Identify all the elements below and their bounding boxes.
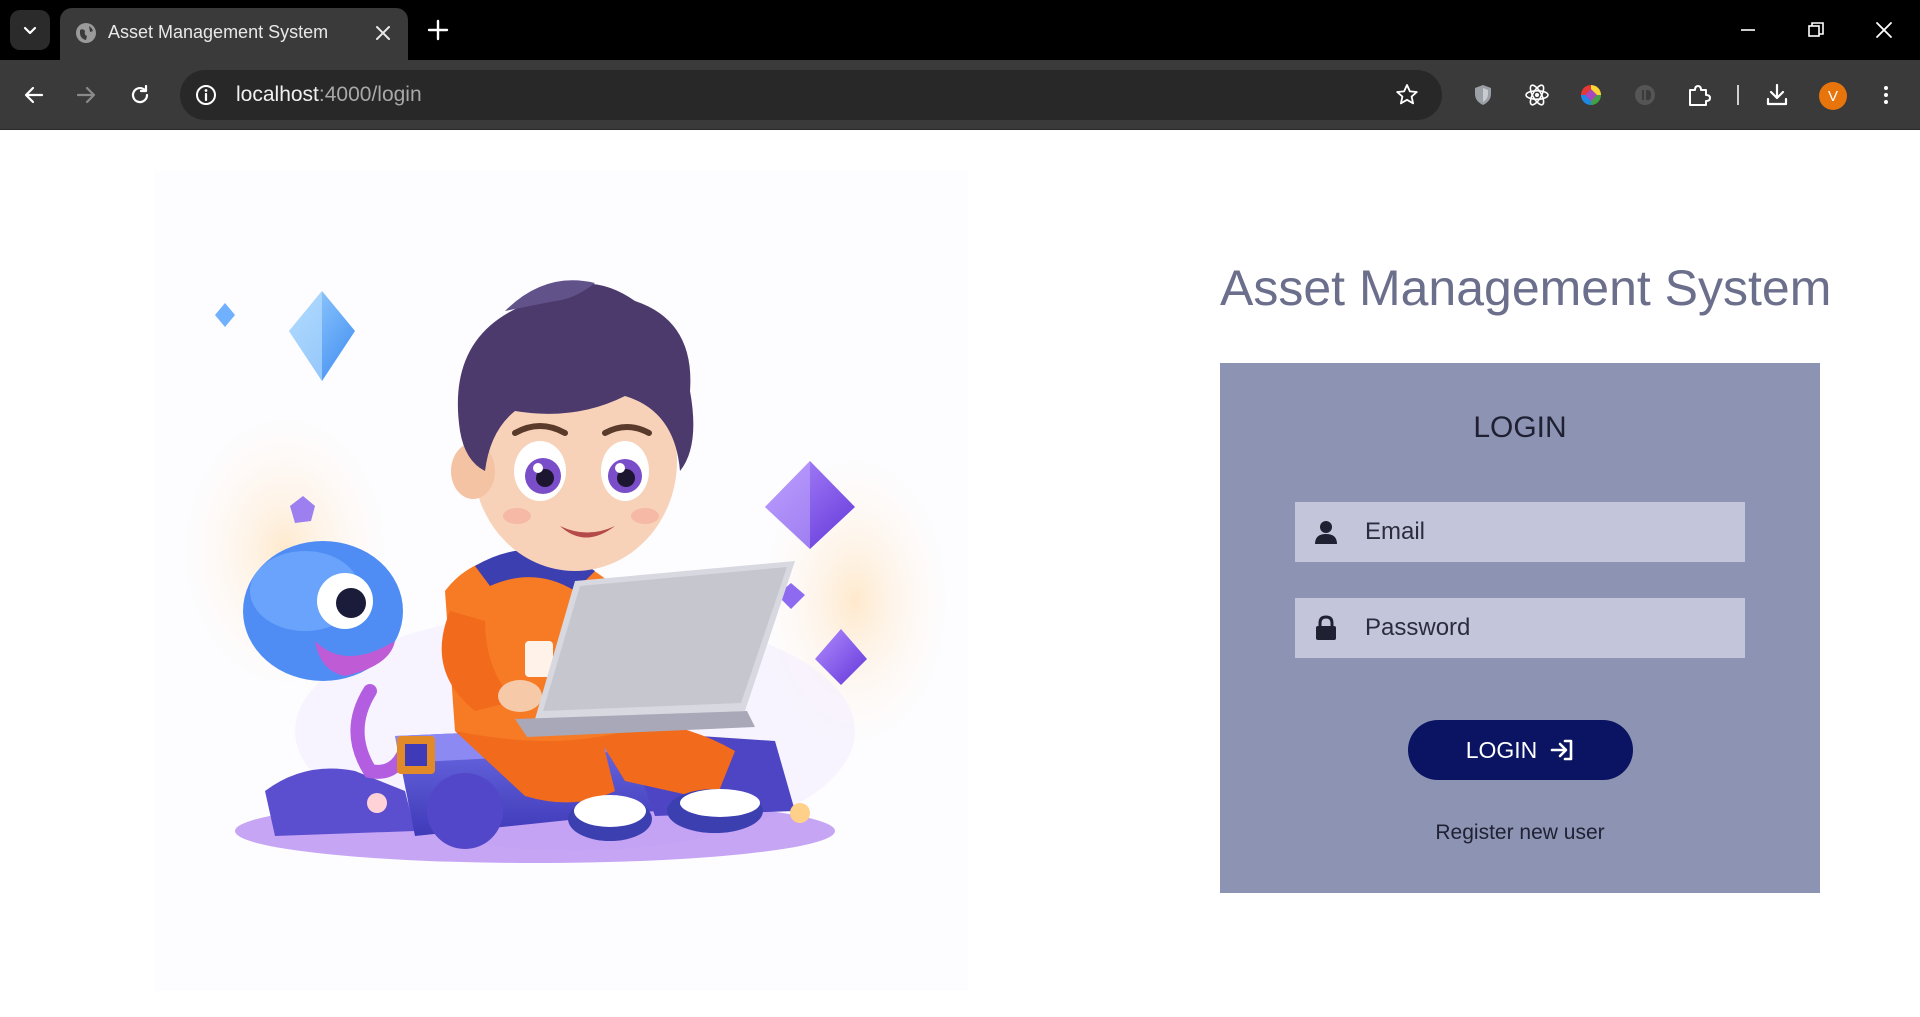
toolbar-divider	[1737, 85, 1739, 105]
login-form: LOGIN LOGIN Register new user	[1220, 363, 1820, 893]
page-content: Asset Management System LOGIN LOGIN	[0, 131, 1920, 1017]
bookmark-star-icon[interactable]	[1394, 82, 1420, 108]
circle-id-icon	[1635, 85, 1655, 105]
reload-button[interactable]	[122, 77, 158, 113]
close-tab-icon[interactable]	[372, 22, 394, 44]
color-picker-icon	[1581, 85, 1601, 105]
puzzle-icon	[1689, 85, 1711, 106]
extension-react[interactable]	[1523, 81, 1551, 109]
back-button[interactable]	[16, 77, 52, 113]
minimize-button[interactable]	[1732, 14, 1764, 46]
arrow-right-icon	[76, 86, 96, 104]
profile-avatar[interactable]: V	[1819, 82, 1847, 110]
restore-icon	[1808, 22, 1824, 37]
boy-with-laptop-illustration	[165, 280, 965, 863]
arrow-left-icon	[24, 86, 44, 104]
extension-color[interactable]	[1577, 81, 1605, 109]
shield-icon	[1475, 85, 1491, 105]
extension-disabled[interactable]	[1631, 81, 1659, 109]
tab-title: Asset Management System	[108, 22, 329, 42]
chevron-down-icon	[23, 26, 37, 35]
atom-icon	[1525, 84, 1549, 106]
password-field[interactable]	[1295, 598, 1745, 658]
extensions-button[interactable]	[1685, 81, 1713, 109]
tab-search-button[interactable]	[10, 10, 50, 50]
login-heading: LOGIN	[1473, 411, 1567, 444]
address-bar[interactable]: localhost:4000/login	[180, 70, 1442, 120]
app-title: Asset Management System	[1220, 260, 1832, 316]
browser-tab-active[interactable]: Asset Management System	[60, 8, 408, 60]
globe-icon	[76, 23, 96, 43]
more-vertical-icon	[1884, 86, 1888, 104]
close-window-button[interactable]	[1868, 14, 1900, 46]
browser-menu-button[interactable]	[1872, 81, 1900, 109]
download-icon	[1766, 83, 1788, 106]
sign-in-icon	[1550, 739, 1573, 761]
login-button[interactable]: LOGIN	[1408, 720, 1633, 780]
user-icon	[1315, 521, 1337, 544]
browser-toolbar: localhost:4000/login V	[0, 60, 1920, 130]
forward-button[interactable]	[68, 77, 104, 113]
url-path: :4000/login	[318, 83, 422, 106]
register-link[interactable]: Register new user	[1220, 821, 1820, 845]
new-tab-icon[interactable]	[424, 16, 452, 44]
password-input[interactable]	[1363, 598, 1733, 658]
url-host: localhost	[236, 83, 319, 106]
login-button-label: LOGIN	[1465, 736, 1538, 763]
browser-tab-bar: Asset Management System	[0, 0, 1920, 60]
minimize-icon	[1741, 29, 1755, 31]
downloads-button[interactable]	[1763, 81, 1791, 109]
close-icon	[1876, 22, 1892, 38]
info-icon[interactable]	[194, 83, 218, 107]
extension-shield[interactable]	[1469, 81, 1497, 109]
restore-button[interactable]	[1800, 14, 1832, 46]
email-input[interactable]	[1363, 502, 1733, 562]
reload-icon	[131, 84, 149, 104]
url-text[interactable]: localhost:4000/login	[236, 83, 422, 107]
email-field[interactable]	[1295, 502, 1745, 562]
lock-icon	[1316, 615, 1336, 640]
hero-illustration	[155, 171, 968, 991]
